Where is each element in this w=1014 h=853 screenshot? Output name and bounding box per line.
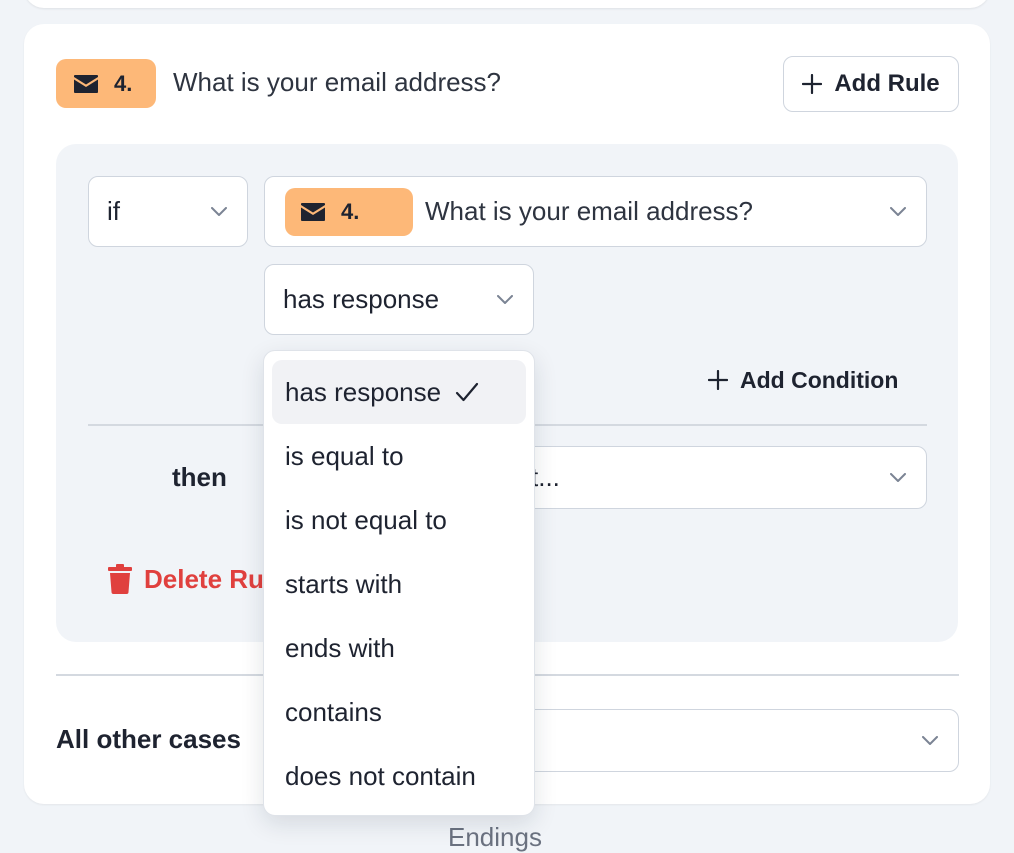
operator-select-value: has response bbox=[283, 284, 440, 314]
add-rule-label: Add Rule bbox=[834, 70, 940, 97]
mail-icon bbox=[74, 74, 98, 93]
condition-question-select[interactable]: 4. What is your email address? bbox=[264, 176, 927, 247]
then-label: then bbox=[172, 462, 227, 492]
condition-question-title: What is your email address? bbox=[425, 196, 754, 226]
operator-option-is-equal-to[interactable]: is equal to bbox=[272, 424, 526, 488]
add-rule-button[interactable]: Add Rule bbox=[783, 56, 959, 112]
endings-section-title: Endings bbox=[448, 822, 542, 852]
option-label: contains bbox=[285, 696, 382, 727]
chevron-down-icon bbox=[497, 294, 513, 304]
operator-option-starts-with[interactable]: starts with bbox=[272, 552, 526, 616]
delete-rule-label: Delete Rule bbox=[144, 563, 268, 594]
option-label: is not equal to bbox=[285, 504, 447, 535]
operator-option-has-response[interactable]: has response bbox=[272, 360, 526, 424]
then-select-value: t... bbox=[531, 462, 560, 492]
add-condition-label: Add Condition bbox=[740, 366, 899, 393]
operator-option-contains[interactable]: contains bbox=[272, 680, 526, 744]
operator-option-does-not-contain[interactable]: does not contain bbox=[272, 744, 526, 808]
question-badge: 4. bbox=[56, 59, 156, 108]
condition-question-number: 4. bbox=[341, 198, 360, 224]
operator-dropdown-menu: has response is equal to is not equal to… bbox=[263, 350, 535, 816]
question-title: What is your email address? bbox=[173, 67, 502, 97]
add-condition-button[interactable]: Add Condition bbox=[708, 362, 898, 398]
delete-rule-button[interactable]: Delete Rule bbox=[108, 560, 268, 598]
checkmark-icon bbox=[456, 382, 479, 402]
mail-icon bbox=[301, 202, 325, 221]
option-label: has response bbox=[285, 376, 442, 407]
if-select-value: if bbox=[107, 196, 120, 226]
operator-option-ends-with[interactable]: ends with bbox=[272, 616, 526, 680]
then-select[interactable]: t... bbox=[496, 446, 927, 509]
plus-icon bbox=[708, 370, 728, 390]
if-select[interactable]: if bbox=[88, 176, 248, 247]
condition-question-badge: 4. bbox=[285, 187, 413, 236]
chevron-down-icon bbox=[211, 206, 227, 216]
option-label: ends with bbox=[285, 632, 395, 663]
chevron-down-icon bbox=[922, 735, 938, 745]
option-label: is equal to bbox=[285, 440, 404, 471]
all-other-cases-label: All other cases bbox=[56, 724, 241, 754]
all-other-cases-select[interactable] bbox=[500, 709, 959, 772]
plus-icon bbox=[802, 74, 823, 94]
previous-card bbox=[24, 0, 990, 8]
chevron-down-icon bbox=[890, 206, 906, 216]
trash-icon bbox=[108, 564, 132, 594]
question-number: 4. bbox=[114, 70, 133, 96]
operator-option-is-not-equal-to[interactable]: is not equal to bbox=[272, 488, 526, 552]
option-label: does not contain bbox=[285, 760, 476, 791]
chevron-down-icon bbox=[890, 472, 906, 482]
option-label: starts with bbox=[285, 568, 403, 599]
operator-select[interactable]: has response bbox=[264, 264, 534, 335]
